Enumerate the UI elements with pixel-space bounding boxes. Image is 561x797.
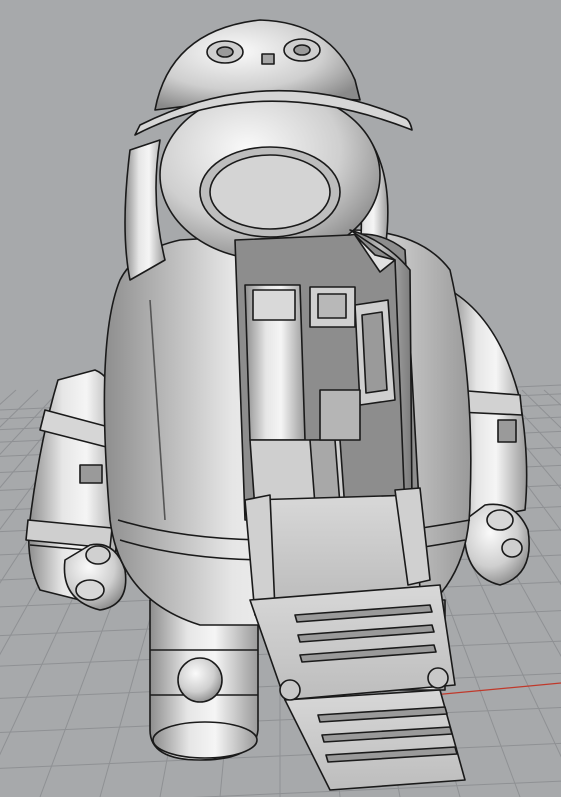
knee-joint: [177, 657, 223, 703]
right-hand: [463, 503, 530, 586]
grid-line: [0, 389, 39, 428]
viewport-canvas: [0, 19, 561, 797]
grid-line: [543, 389, 561, 406]
3d-viewport[interactable]: [0, 0, 561, 797]
ramp-slats: [294, 604, 437, 663]
model: [25, 19, 530, 791]
control-panel: [354, 299, 396, 406]
grid-line: [521, 389, 561, 429]
left-hand: [63, 543, 127, 611]
